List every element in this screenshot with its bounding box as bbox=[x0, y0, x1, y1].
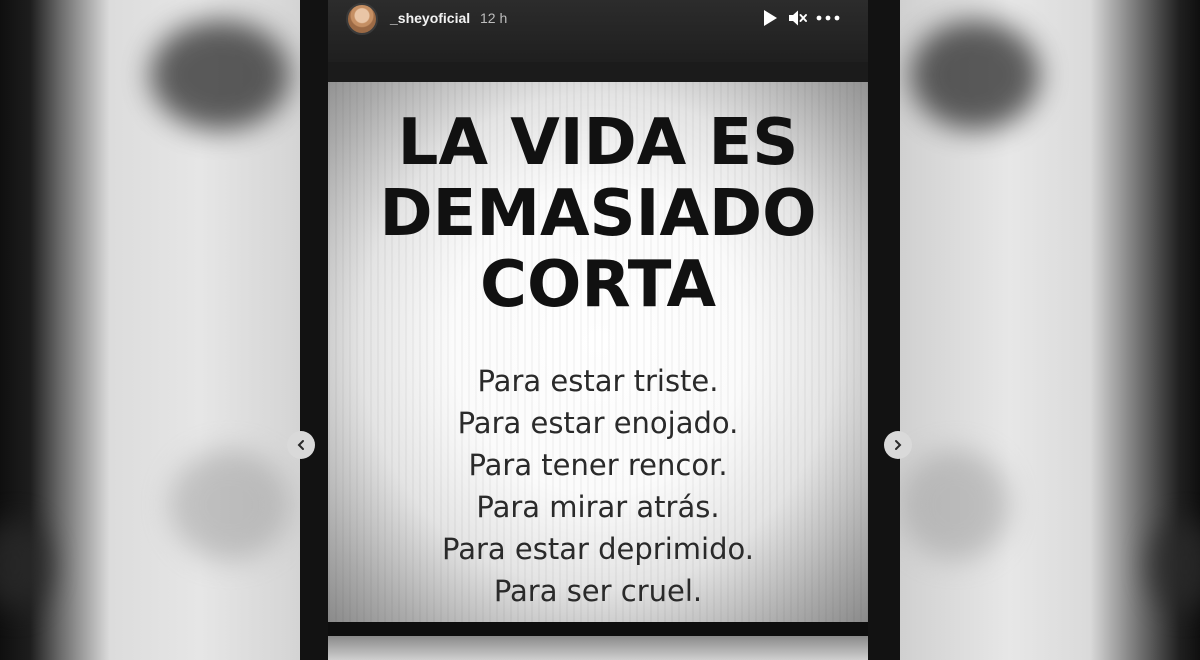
story-header: _sheyoficial 12 h bbox=[328, 0, 868, 66]
play-button[interactable] bbox=[758, 6, 782, 30]
poster-title-line: CORTA bbox=[480, 248, 716, 322]
poster-text-lines: Para estar triste. Para estar enojado. P… bbox=[328, 360, 868, 612]
story-image[interactable]: LA VIDA ES DEMASIADO CORTA Para estar tr… bbox=[328, 82, 868, 622]
play-icon bbox=[764, 10, 777, 26]
mute-button[interactable] bbox=[786, 6, 810, 30]
blurred-background-right bbox=[900, 0, 1200, 660]
next-story-button[interactable] bbox=[884, 431, 912, 459]
story-frame: _sheyoficial 12 h LA VIDA ES DEMASIADO C… bbox=[328, 0, 868, 660]
poster-line: Para ser cruel. bbox=[493, 574, 703, 608]
story-viewer: _sheyoficial 12 h LA VIDA ES DEMASIADO C… bbox=[300, 0, 900, 660]
next-story-preview bbox=[328, 636, 868, 660]
poster-line: Para estar deprimido. bbox=[442, 532, 754, 566]
poster-line: Para mirar atrás. bbox=[476, 490, 720, 524]
blurred-background-left bbox=[0, 0, 300, 660]
poster-title-line: DEMASIADO bbox=[379, 177, 817, 251]
speaker-muted-icon bbox=[789, 10, 807, 26]
chevron-right-icon bbox=[895, 440, 902, 450]
previous-story-button[interactable] bbox=[287, 431, 315, 459]
avatar[interactable] bbox=[346, 3, 378, 35]
username-link[interactable]: _sheyoficial bbox=[390, 10, 470, 26]
chevron-left-icon bbox=[297, 440, 304, 450]
more-options-button[interactable] bbox=[814, 6, 842, 30]
story-bottom-band bbox=[328, 622, 868, 636]
poster-title-line: LA VIDA ES bbox=[397, 106, 799, 180]
more-dots-icon bbox=[816, 15, 840, 21]
story-top-band bbox=[328, 62, 868, 82]
poster-line: Para tener rencor. bbox=[468, 448, 728, 482]
poster-line: Para estar enojado. bbox=[457, 406, 739, 440]
poster-title: LA VIDA ES DEMASIADO CORTA bbox=[328, 108, 868, 321]
poster-line: Para estar triste. bbox=[477, 364, 719, 398]
post-timestamp: 12 h bbox=[480, 10, 508, 26]
